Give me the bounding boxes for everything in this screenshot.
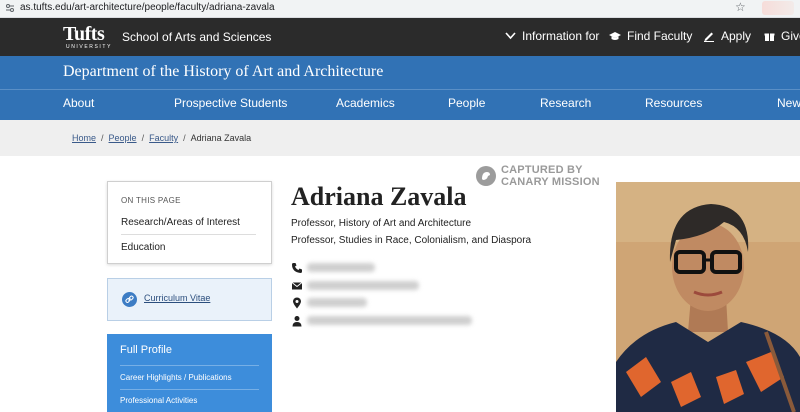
nav-research[interactable]: Research <box>540 96 591 110</box>
divider <box>120 389 259 390</box>
breadcrumb: Home / People / Faculty / Adriana Zavala <box>0 120 800 156</box>
profile-name: Adriana Zavala <box>291 182 467 211</box>
tufts-logo[interactable]: Tufts UNIVERSITY <box>63 23 113 51</box>
canary-logo-icon <box>476 166 496 186</box>
phone-icon <box>292 263 302 273</box>
give-label: Give <box>781 29 800 43</box>
department-header: Department of the History of Art and Arc… <box>0 56 800 120</box>
divider <box>120 365 259 366</box>
breadcrumb-current: Adriana Zavala <box>190 133 252 143</box>
site-info-icon[interactable] <box>5 3 15 13</box>
university-header: Tufts UNIVERSITY School of Arts and Scie… <box>0 18 800 56</box>
graduation-cap-icon <box>609 32 621 40</box>
url-text[interactable]: as.tufts.edu/art-architecture/people/fac… <box>20 2 275 13</box>
redacted-pronouns <box>307 316 472 325</box>
nav-about[interactable]: About <box>63 96 94 110</box>
on-this-page-heading: ON THIS PAGE <box>121 196 181 205</box>
chevron-down-icon <box>505 32 516 40</box>
watermark-line-1: CAPTURED BY <box>501 164 583 176</box>
page: as.tufts.edu/art-architecture/people/fac… <box>0 0 800 412</box>
location-pin-icon <box>293 297 301 309</box>
nav-academics[interactable]: Academics <box>336 96 395 110</box>
breadcrumb-separator: / <box>141 133 145 143</box>
nav-people[interactable]: People <box>448 96 485 110</box>
redacted-location <box>307 298 367 307</box>
information-for-menu[interactable]: Information for <box>505 29 599 43</box>
nav-prospective-students[interactable]: Prospective Students <box>174 96 287 110</box>
person-icon <box>292 316 302 327</box>
canary-mission-watermark: CAPTURED BY CANARY MISSION <box>476 164 616 190</box>
profile-title-1: Professor, History of Art and Architectu… <box>291 218 472 229</box>
on-this-page-education-link[interactable]: Education <box>121 242 165 253</box>
profile-photo <box>616 182 800 412</box>
professional-activities-link[interactable]: Professional Activities <box>120 396 197 405</box>
apply-label: Apply <box>721 29 752 43</box>
tufts-logo-word: Tufts <box>63 23 105 45</box>
on-this-page-panel: ON THIS PAGE Research/Areas of Interest … <box>107 181 272 264</box>
link-icon <box>122 292 137 307</box>
on-this-page-research-link[interactable]: Research/Areas of Interest <box>121 217 240 228</box>
nav-resources[interactable]: Resources <box>645 96 702 110</box>
career-highlights-link[interactable]: Career Highlights / Publications <box>120 373 232 382</box>
curriculum-vitae-link[interactable]: Curriculum Vitae <box>144 293 210 303</box>
bookmark-star-icon[interactable]: ☆ <box>735 0 746 14</box>
redacted-phone <box>307 263 375 272</box>
breadcrumb-faculty[interactable]: Faculty <box>149 133 178 143</box>
full-profile-title[interactable]: Full Profile <box>120 344 172 356</box>
profile-photo-illustration <box>616 182 800 412</box>
breadcrumb-separator: / <box>101 133 104 143</box>
gift-icon <box>764 33 775 41</box>
school-name-link[interactable]: School of Arts and Sciences <box>122 30 271 44</box>
tufts-logo-sub: UNIVERSITY <box>66 44 113 50</box>
email-icon <box>291 282 303 290</box>
curriculum-vitae-box: Curriculum Vitae <box>107 278 272 321</box>
find-faculty-label: Find Faculty <box>627 29 693 43</box>
give-link[interactable]: Give <box>764 29 800 43</box>
department-divider <box>0 89 800 90</box>
full-profile-panel: Full Profile Career Highlights / Publica… <box>107 334 272 412</box>
profile-title-2: Professor, Studies in Race, Colonialism,… <box>291 235 532 246</box>
watermark-line-2: CANARY MISSION <box>501 176 600 188</box>
information-for-label: Information for <box>522 29 600 43</box>
department-title[interactable]: Department of the History of Art and Arc… <box>63 63 383 81</box>
divider <box>121 234 256 235</box>
breadcrumb-home[interactable]: Home <box>72 133 96 143</box>
breadcrumb-separator: / <box>183 133 186 143</box>
breadcrumb-people[interactable]: People <box>109 133 137 143</box>
redacted-email <box>307 281 419 290</box>
nav-news[interactable]: New <box>777 96 800 110</box>
browser-address-bar[interactable]: as.tufts.edu/art-architecture/people/fac… <box>0 0 800 18</box>
pencil-icon <box>704 32 714 42</box>
extension-area[interactable] <box>762 1 794 15</box>
find-faculty-link[interactable]: Find Faculty <box>609 29 692 43</box>
apply-link[interactable]: Apply <box>703 29 751 43</box>
